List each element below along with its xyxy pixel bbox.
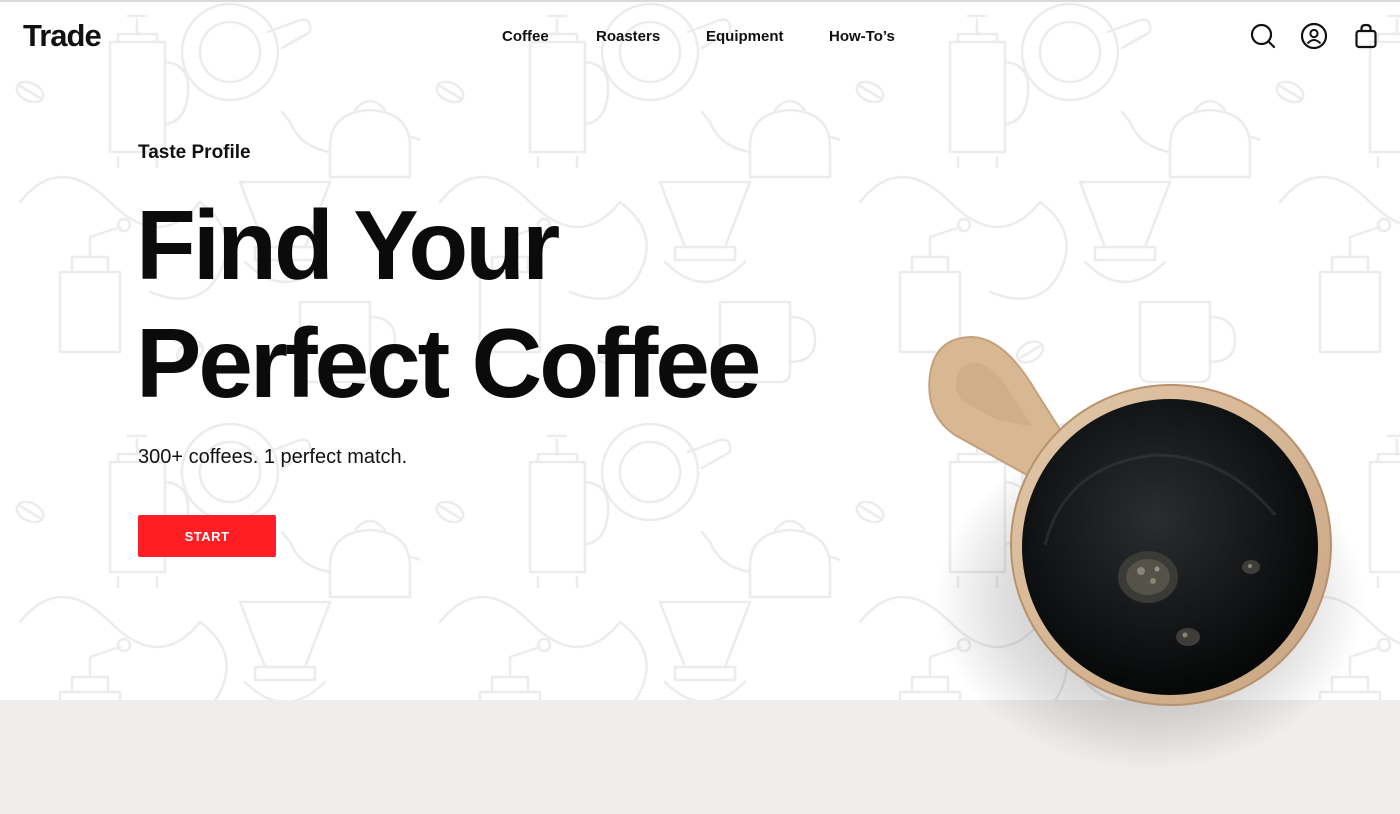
hero-headline: Find Your Perfect Coffee bbox=[136, 186, 761, 422]
start-button[interactable]: START bbox=[138, 515, 276, 557]
hero-subtext: 300+ coffees. 1 perfect match. bbox=[138, 446, 408, 468]
search-icon[interactable] bbox=[1249, 22, 1277, 50]
nav-item-how-tos[interactable]: How-To’s bbox=[829, 28, 895, 45]
logo[interactable]: Trade bbox=[23, 18, 102, 54]
nav-item-equipment[interactable]: Equipment bbox=[706, 28, 784, 45]
hero-eyebrow: Taste Profile bbox=[138, 142, 251, 163]
account-icon[interactable] bbox=[1300, 22, 1328, 50]
nav-item-roasters[interactable]: Roasters bbox=[596, 28, 660, 45]
site-header: Trade Coffee Roasters Equipment How-To’s bbox=[0, 2, 1400, 72]
shopping-bag-icon[interactable] bbox=[1352, 22, 1380, 50]
hero-headline-line-1: Find Your bbox=[136, 190, 560, 300]
nav-item-coffee[interactable]: Coffee bbox=[502, 28, 549, 45]
coffee-mug-image bbox=[928, 335, 1365, 770]
hero-headline-line-2: Perfect Coffee bbox=[136, 308, 761, 418]
